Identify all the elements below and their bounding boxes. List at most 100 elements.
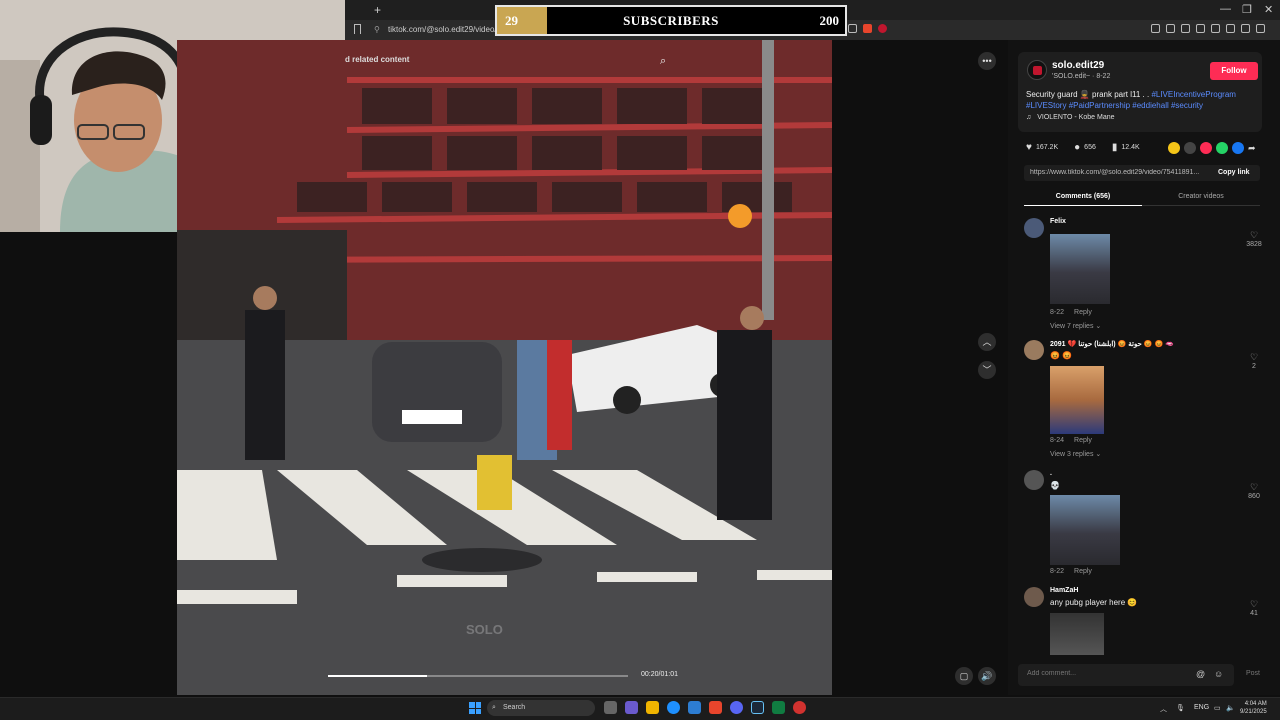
- music-row[interactable]: ♫ VIOLENTO - Kobe Mane: [1026, 114, 1115, 121]
- more-icon[interactable]: •••: [978, 52, 996, 70]
- discord-icon[interactable]: [730, 701, 743, 714]
- share-page-icon[interactable]: [848, 24, 857, 33]
- bookmark-icon[interactable]: ▮: [1112, 142, 1118, 153]
- network-icon[interactable]: ▭: [1214, 704, 1221, 712]
- menu-icon[interactable]: [1256, 24, 1265, 33]
- share-arrow-icon[interactable]: ➦: [1248, 142, 1260, 154]
- whatsapp-icon[interactable]: [1216, 142, 1228, 154]
- comment-like-count: 3828: [1246, 241, 1262, 248]
- comment-user[interactable]: HamZaH: [1050, 587, 1078, 594]
- url-text: tiktok.com/@solo.edit29/video/75: [388, 25, 506, 34]
- related-content-label[interactable]: d related content: [345, 55, 409, 64]
- excel-icon[interactable]: [772, 701, 785, 714]
- comment-icon[interactable]: ●: [1074, 142, 1080, 153]
- comment-user[interactable]: 2091 💔 حوتة 😡 (ابلشنا) حوتنا 😡 😡 🫦: [1050, 340, 1174, 348]
- sidebar-icon[interactable]: [1196, 24, 1205, 33]
- subscriber-goal-bar: 29 SUBSCRIBERS 200: [495, 5, 847, 36]
- split-view-icon[interactable]: [1211, 24, 1220, 33]
- microphone-icon[interactable]: 🎙: [1176, 704, 1185, 712]
- picture-in-picture-icon[interactable]: ▢: [955, 667, 973, 685]
- extensions-icon[interactable]: [1151, 24, 1160, 33]
- reply-button[interactable]: Reply: [1074, 437, 1092, 444]
- coin-icon[interactable]: [1168, 142, 1180, 154]
- avatar[interactable]: [1024, 218, 1044, 238]
- comment-item: HamZaH any pubg player here 😊 ♡ 41: [1022, 587, 1270, 655]
- chevron-down-icon[interactable]: ﹀: [978, 361, 996, 379]
- comment-like[interactable]: ♡ 41: [1241, 599, 1267, 617]
- volume-icon[interactable]: 🔊: [978, 667, 996, 685]
- facebook-icon[interactable]: [1232, 142, 1244, 154]
- restore-icon[interactable]: ❐: [1242, 3, 1252, 16]
- comment-item: Felix 8-22 Reply View 7 replies ⌄ ♡ 3828: [1022, 218, 1270, 333]
- store-icon[interactable]: [688, 701, 701, 714]
- video-progress-bar[interactable]: [328, 675, 628, 677]
- heart-icon[interactable]: ♡: [1241, 230, 1267, 241]
- avatar[interactable]: [1024, 587, 1044, 607]
- comment-user[interactable]: Felix: [1050, 218, 1066, 225]
- brave-icon[interactable]: [709, 701, 722, 714]
- heart-icon[interactable]: ♡: [1241, 352, 1267, 363]
- site-info-icon[interactable]: ⚲: [374, 23, 380, 37]
- shield-icon[interactable]: [1241, 24, 1250, 33]
- video-link: https://www.tiktok.com/@solo.edit29/vide…: [1030, 169, 1200, 176]
- emoji-icon[interactable]: ☺: [1214, 669, 1223, 679]
- obs-icon[interactable]: [793, 701, 806, 714]
- heart-icon[interactable]: ♡: [1241, 482, 1267, 493]
- comment-user[interactable]: .: [1050, 470, 1052, 477]
- comment-text: 😡 😡: [1050, 351, 1073, 360]
- edge-icon[interactable]: [667, 701, 680, 714]
- comment-date: 8-24: [1050, 437, 1065, 444]
- video-player[interactable]: [177, 40, 832, 695]
- new-tab-button[interactable]: +: [374, 3, 381, 17]
- repost-icon[interactable]: [1200, 142, 1212, 154]
- avatar[interactable]: [1024, 470, 1044, 490]
- bookmark-icon[interactable]: [354, 24, 361, 34]
- clock-date: 9/21/2025: [1240, 709, 1267, 715]
- tray-chevron-icon[interactable]: ︿: [1160, 704, 1167, 714]
- heart-icon[interactable]: ♥: [1026, 142, 1032, 153]
- chevron-up-icon[interactable]: ︿: [978, 333, 996, 351]
- brave-rewards-icon[interactable]: [878, 24, 887, 33]
- extension-icons: [848, 24, 887, 33]
- follow-button[interactable]: Follow: [1210, 62, 1258, 80]
- wallet-icon[interactable]: [1166, 24, 1175, 33]
- comment-like[interactable]: ♡ 860: [1241, 482, 1267, 500]
- task-view-icon[interactable]: [604, 701, 617, 714]
- taskbar-search[interactable]: ⌕ Search: [487, 700, 595, 716]
- close-window-icon[interactable]: ✕: [1264, 3, 1273, 16]
- reply-button[interactable]: Reply: [1074, 309, 1092, 316]
- view-replies-button[interactable]: View 7 replies ⌄: [1050, 322, 1101, 330]
- tab-creator-videos[interactable]: Creator videos: [1142, 188, 1260, 206]
- view-replies-button[interactable]: View 3 replies ⌄: [1050, 450, 1101, 458]
- file-explorer-icon[interactable]: [646, 701, 659, 714]
- comment-like[interactable]: ♡ 3828: [1241, 230, 1267, 248]
- embed-icon[interactable]: [1184, 142, 1196, 154]
- search-icon[interactable]: ⌕: [660, 55, 666, 68]
- creator-handle[interactable]: solo.edit29: [1052, 60, 1104, 71]
- language-indicator[interactable]: ENG: [1194, 704, 1209, 711]
- add-comment-input[interactable]: [1027, 670, 1187, 677]
- comment-image[interactable]: [1050, 495, 1120, 565]
- comment-date: 8-22: [1050, 309, 1065, 316]
- windows-start-icon[interactable]: [469, 702, 481, 714]
- copy-link-button[interactable]: Copy link: [1218, 169, 1250, 176]
- copilot-icon[interactable]: [625, 701, 638, 714]
- comment-image[interactable]: [1050, 613, 1104, 655]
- steam-icon[interactable]: [751, 701, 764, 714]
- tab-comments[interactable]: Comments (656): [1024, 188, 1142, 206]
- vpn-icon[interactable]: [1226, 24, 1235, 33]
- mention-icon[interactable]: @: [1196, 669, 1205, 679]
- brave-shield-icon[interactable]: [863, 24, 872, 33]
- clock[interactable]: 4:04 AM 9/21/2025: [1240, 700, 1267, 716]
- playlist-icon[interactable]: [1181, 24, 1190, 33]
- comment-image[interactable]: [1050, 366, 1104, 434]
- comment-like[interactable]: ♡ 2: [1241, 352, 1267, 370]
- post-button[interactable]: Post: [1246, 670, 1260, 677]
- heart-icon[interactable]: ♡: [1241, 599, 1267, 610]
- avatar[interactable]: [1024, 340, 1044, 360]
- minimize-icon[interactable]: —: [1220, 3, 1231, 15]
- speaker-icon[interactable]: 🔈: [1226, 704, 1235, 712]
- creator-avatar[interactable]: [1027, 60, 1047, 80]
- reply-button[interactable]: Reply: [1074, 568, 1092, 575]
- comment-image[interactable]: [1050, 234, 1110, 304]
